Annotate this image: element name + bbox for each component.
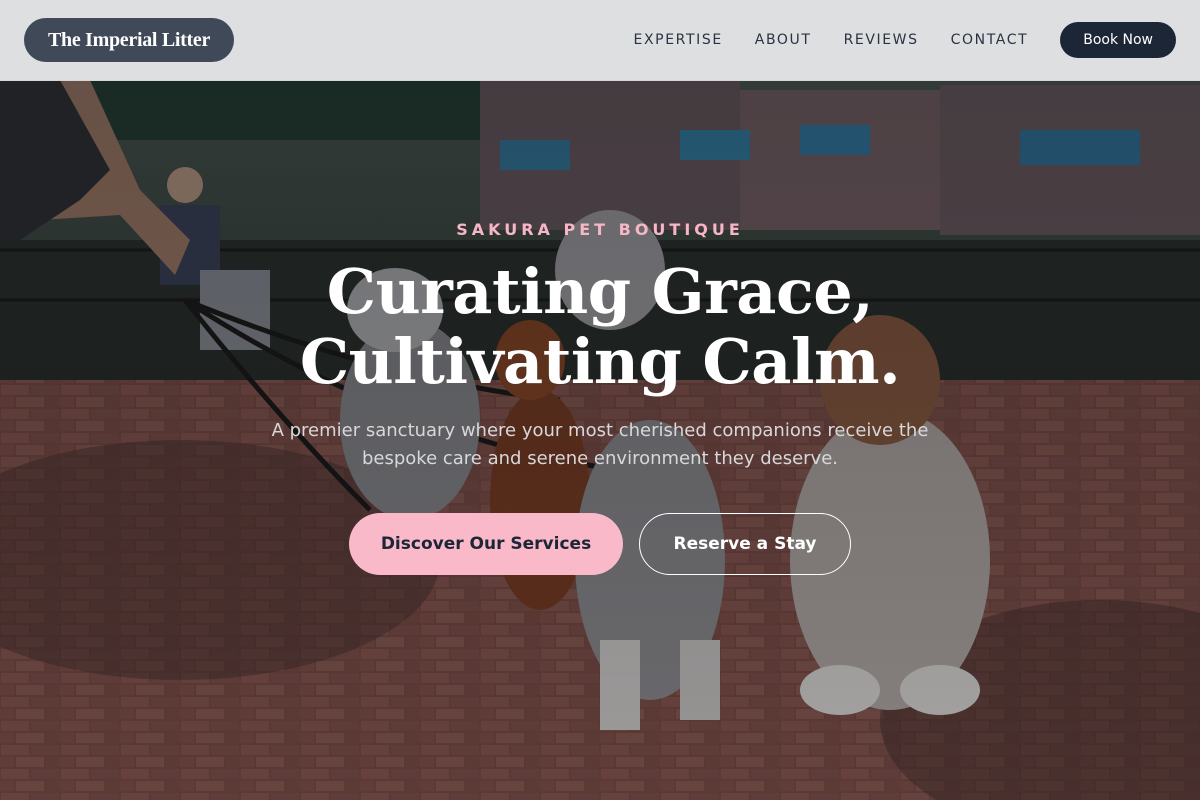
hero-content: SAKURA PET BOUTIQUE Curating Grace, Cult… xyxy=(0,200,1200,575)
hero-headline: Curating Grace, Cultivating Calm. xyxy=(0,257,1200,397)
hero-cta-group: Discover Our Services Reserve a Stay xyxy=(0,513,1200,575)
site-logo[interactable]: The Imperial Litter xyxy=(24,18,235,62)
discover-services-button[interactable]: Discover Our Services xyxy=(349,513,623,575)
nav-link-contact[interactable]: CONTACT xyxy=(951,32,1029,48)
nav-link-about[interactable]: ABOUT xyxy=(755,32,812,48)
nav-link-reviews[interactable]: REVIEWS xyxy=(844,32,919,48)
hero-subtitle: A premier sanctuary where your most cher… xyxy=(271,420,929,469)
book-now-button[interactable]: Book Now xyxy=(1060,22,1176,58)
main-nav: EXPERTISE ABOUT REVIEWS CONTACT xyxy=(634,32,1029,48)
nav-link-expertise[interactable]: EXPERTISE xyxy=(634,32,723,48)
hero-headline-line-2: Cultivating Calm. xyxy=(299,325,901,398)
hero-eyebrow: SAKURA PET BOUTIQUE xyxy=(456,220,744,239)
reserve-stay-button[interactable]: Reserve a Stay xyxy=(639,513,851,575)
site-header: The Imperial Litter EXPERTISE ABOUT REVI… xyxy=(0,0,1200,81)
hero-headline-line-1: Curating Grace, xyxy=(326,255,874,328)
